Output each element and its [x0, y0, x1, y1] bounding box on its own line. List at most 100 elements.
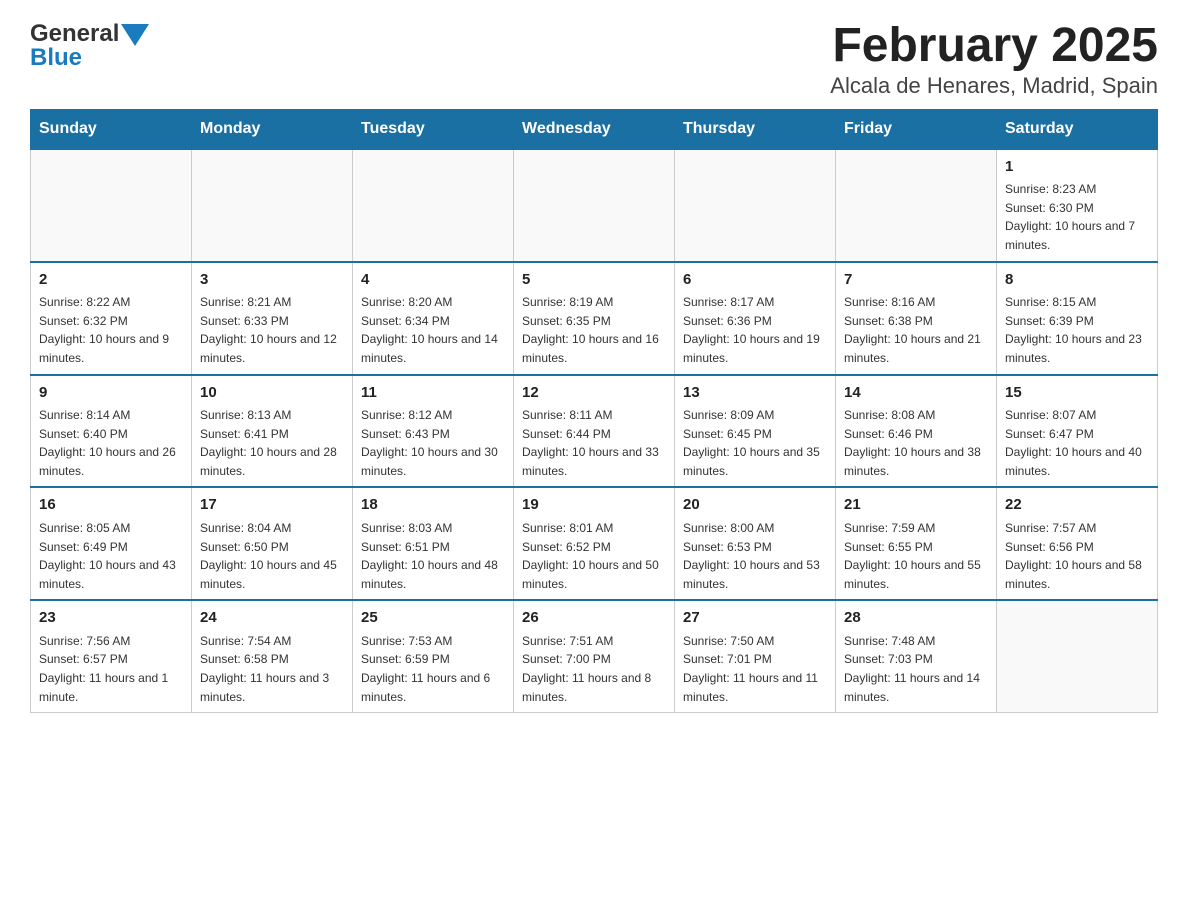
calendar-cell: 25Sunrise: 7:53 AM Sunset: 6:59 PM Dayli…: [353, 600, 514, 712]
logo-triangle-icon: [121, 24, 149, 46]
day-info: Sunrise: 8:05 AM Sunset: 6:49 PM Dayligh…: [39, 519, 183, 593]
title-block: February 2025 Alcala de Henares, Madrid,…: [830, 20, 1158, 99]
day-number: 1: [1005, 156, 1149, 179]
page-subtitle: Alcala de Henares, Madrid, Spain: [830, 73, 1158, 99]
calendar-header-wednesday: Wednesday: [514, 109, 675, 149]
calendar-cell: 5Sunrise: 8:19 AM Sunset: 6:35 PM Daylig…: [514, 262, 675, 375]
day-info: Sunrise: 7:53 AM Sunset: 6:59 PM Dayligh…: [361, 632, 505, 706]
day-info: Sunrise: 7:57 AM Sunset: 6:56 PM Dayligh…: [1005, 519, 1149, 593]
calendar-cell: 9Sunrise: 8:14 AM Sunset: 6:40 PM Daylig…: [31, 375, 192, 488]
calendar-week-row: 9Sunrise: 8:14 AM Sunset: 6:40 PM Daylig…: [31, 375, 1158, 488]
calendar-cell: 21Sunrise: 7:59 AM Sunset: 6:55 PM Dayli…: [836, 487, 997, 600]
calendar-week-row: 2Sunrise: 8:22 AM Sunset: 6:32 PM Daylig…: [31, 262, 1158, 375]
calendar-cell: 19Sunrise: 8:01 AM Sunset: 6:52 PM Dayli…: [514, 487, 675, 600]
day-info: Sunrise: 8:00 AM Sunset: 6:53 PM Dayligh…: [683, 519, 827, 593]
day-number: 8: [1005, 269, 1149, 292]
day-number: 6: [683, 269, 827, 292]
calendar-cell: 13Sunrise: 8:09 AM Sunset: 6:45 PM Dayli…: [675, 375, 836, 488]
day-number: 16: [39, 494, 183, 517]
day-number: 27: [683, 607, 827, 630]
day-number: 19: [522, 494, 666, 517]
calendar-cell: 4Sunrise: 8:20 AM Sunset: 6:34 PM Daylig…: [353, 262, 514, 375]
calendar-cell: 24Sunrise: 7:54 AM Sunset: 6:58 PM Dayli…: [192, 600, 353, 712]
day-info: Sunrise: 8:15 AM Sunset: 6:39 PM Dayligh…: [1005, 293, 1149, 367]
calendar-header-row: SundayMondayTuesdayWednesdayThursdayFrid…: [31, 109, 1158, 149]
calendar-cell: 17Sunrise: 8:04 AM Sunset: 6:50 PM Dayli…: [192, 487, 353, 600]
calendar-cell: [514, 149, 675, 262]
day-info: Sunrise: 8:08 AM Sunset: 6:46 PM Dayligh…: [844, 406, 988, 480]
calendar-cell: [836, 149, 997, 262]
calendar-cell: 22Sunrise: 7:57 AM Sunset: 6:56 PM Dayli…: [997, 487, 1158, 600]
day-number: 17: [200, 494, 344, 517]
calendar-cell: 1Sunrise: 8:23 AM Sunset: 6:30 PM Daylig…: [997, 149, 1158, 262]
calendar-cell: 14Sunrise: 8:08 AM Sunset: 6:46 PM Dayli…: [836, 375, 997, 488]
day-info: Sunrise: 8:13 AM Sunset: 6:41 PM Dayligh…: [200, 406, 344, 480]
day-number: 4: [361, 269, 505, 292]
day-info: Sunrise: 8:22 AM Sunset: 6:32 PM Dayligh…: [39, 293, 183, 367]
day-number: 22: [1005, 494, 1149, 517]
day-number: 14: [844, 382, 988, 405]
day-number: 9: [39, 382, 183, 405]
calendar-header-thursday: Thursday: [675, 109, 836, 149]
day-number: 28: [844, 607, 988, 630]
day-number: 11: [361, 382, 505, 405]
calendar-cell: 2Sunrise: 8:22 AM Sunset: 6:32 PM Daylig…: [31, 262, 192, 375]
calendar-cell: 6Sunrise: 8:17 AM Sunset: 6:36 PM Daylig…: [675, 262, 836, 375]
calendar-cell: 15Sunrise: 8:07 AM Sunset: 6:47 PM Dayli…: [997, 375, 1158, 488]
day-info: Sunrise: 8:07 AM Sunset: 6:47 PM Dayligh…: [1005, 406, 1149, 480]
day-info: Sunrise: 8:12 AM Sunset: 6:43 PM Dayligh…: [361, 406, 505, 480]
calendar-cell: [31, 149, 192, 262]
day-number: 20: [683, 494, 827, 517]
calendar-header-sunday: Sunday: [31, 109, 192, 149]
calendar-header-monday: Monday: [192, 109, 353, 149]
calendar-table: SundayMondayTuesdayWednesdayThursdayFrid…: [30, 109, 1158, 713]
page-header: General Blue February 2025 Alcala de Hen…: [30, 20, 1158, 99]
day-number: 10: [200, 382, 344, 405]
calendar-cell: 7Sunrise: 8:16 AM Sunset: 6:38 PM Daylig…: [836, 262, 997, 375]
calendar-week-row: 23Sunrise: 7:56 AM Sunset: 6:57 PM Dayli…: [31, 600, 1158, 712]
calendar-cell: [353, 149, 514, 262]
day-number: 23: [39, 607, 183, 630]
calendar-cell: 26Sunrise: 7:51 AM Sunset: 7:00 PM Dayli…: [514, 600, 675, 712]
day-number: 2: [39, 269, 183, 292]
day-info: Sunrise: 8:16 AM Sunset: 6:38 PM Dayligh…: [844, 293, 988, 367]
day-info: Sunrise: 8:20 AM Sunset: 6:34 PM Dayligh…: [361, 293, 505, 367]
day-info: Sunrise: 8:04 AM Sunset: 6:50 PM Dayligh…: [200, 519, 344, 593]
day-info: Sunrise: 8:14 AM Sunset: 6:40 PM Dayligh…: [39, 406, 183, 480]
day-info: Sunrise: 8:01 AM Sunset: 6:52 PM Dayligh…: [522, 519, 666, 593]
day-number: 13: [683, 382, 827, 405]
calendar-cell: [997, 600, 1158, 712]
day-info: Sunrise: 7:48 AM Sunset: 7:03 PM Dayligh…: [844, 632, 988, 706]
calendar-cell: 16Sunrise: 8:05 AM Sunset: 6:49 PM Dayli…: [31, 487, 192, 600]
calendar-cell: 12Sunrise: 8:11 AM Sunset: 6:44 PM Dayli…: [514, 375, 675, 488]
day-number: 18: [361, 494, 505, 517]
calendar-header-tuesday: Tuesday: [353, 109, 514, 149]
calendar-cell: 27Sunrise: 7:50 AM Sunset: 7:01 PM Dayli…: [675, 600, 836, 712]
day-number: 15: [1005, 382, 1149, 405]
logo-blue-text: Blue: [30, 44, 82, 72]
day-info: Sunrise: 7:59 AM Sunset: 6:55 PM Dayligh…: [844, 519, 988, 593]
calendar-cell: [192, 149, 353, 262]
calendar-week-row: 1Sunrise: 8:23 AM Sunset: 6:30 PM Daylig…: [31, 149, 1158, 262]
day-info: Sunrise: 7:50 AM Sunset: 7:01 PM Dayligh…: [683, 632, 827, 706]
day-number: 7: [844, 269, 988, 292]
calendar-cell: 23Sunrise: 7:56 AM Sunset: 6:57 PM Dayli…: [31, 600, 192, 712]
calendar-cell: 28Sunrise: 7:48 AM Sunset: 7:03 PM Dayli…: [836, 600, 997, 712]
day-info: Sunrise: 8:03 AM Sunset: 6:51 PM Dayligh…: [361, 519, 505, 593]
day-info: Sunrise: 8:09 AM Sunset: 6:45 PM Dayligh…: [683, 406, 827, 480]
day-info: Sunrise: 8:23 AM Sunset: 6:30 PM Dayligh…: [1005, 180, 1149, 254]
day-number: 26: [522, 607, 666, 630]
day-info: Sunrise: 7:54 AM Sunset: 6:58 PM Dayligh…: [200, 632, 344, 706]
calendar-cell: 3Sunrise: 8:21 AM Sunset: 6:33 PM Daylig…: [192, 262, 353, 375]
day-number: 3: [200, 269, 344, 292]
calendar-cell: 10Sunrise: 8:13 AM Sunset: 6:41 PM Dayli…: [192, 375, 353, 488]
day-number: 12: [522, 382, 666, 405]
day-number: 21: [844, 494, 988, 517]
day-number: 5: [522, 269, 666, 292]
calendar-cell: [675, 149, 836, 262]
day-info: Sunrise: 7:56 AM Sunset: 6:57 PM Dayligh…: [39, 632, 183, 706]
day-info: Sunrise: 8:21 AM Sunset: 6:33 PM Dayligh…: [200, 293, 344, 367]
calendar-cell: 11Sunrise: 8:12 AM Sunset: 6:43 PM Dayli…: [353, 375, 514, 488]
calendar-header-friday: Friday: [836, 109, 997, 149]
calendar-header-saturday: Saturday: [997, 109, 1158, 149]
